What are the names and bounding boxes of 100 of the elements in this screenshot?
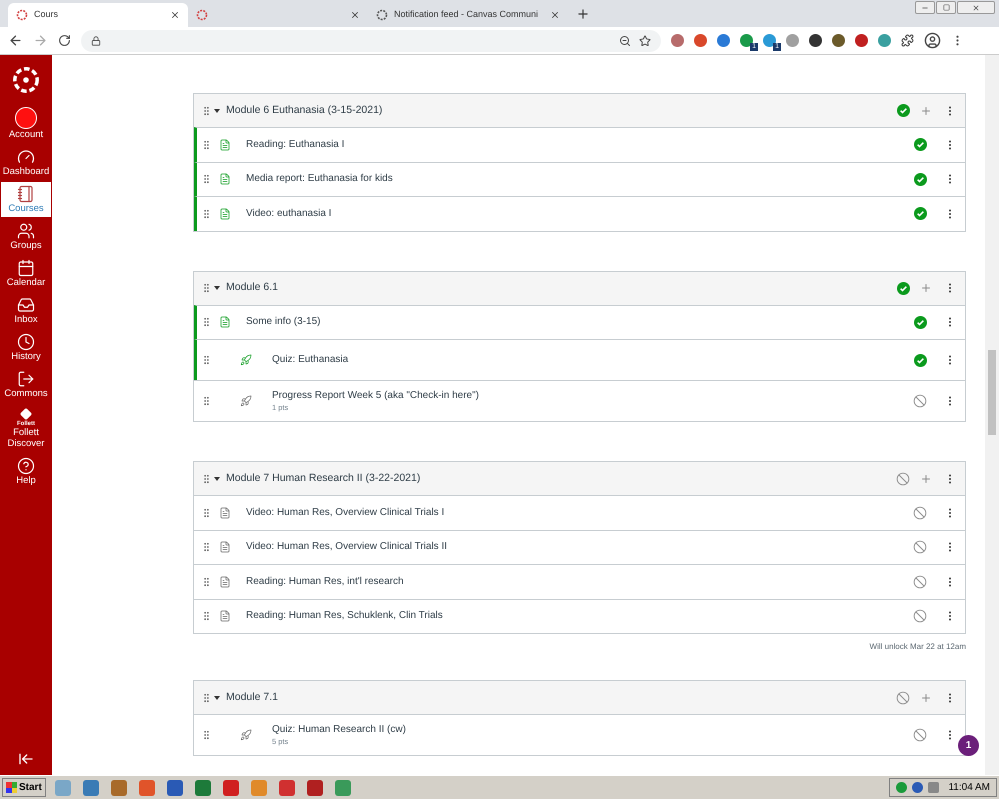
nav-item[interactable]: Account xyxy=(1,104,51,143)
page-icon xyxy=(219,208,231,220)
drag-handle-icon[interactable] xyxy=(201,104,212,116)
taskbar-app-icon[interactable] xyxy=(306,780,323,796)
close-tab-icon[interactable] xyxy=(350,10,360,20)
drag-handle-icon[interactable] xyxy=(201,173,212,186)
clock[interactable]: 11:04 AM xyxy=(948,780,990,795)
calendar-icon xyxy=(17,259,35,277)
drag-handle-icon[interactable] xyxy=(201,395,212,407)
nav-item[interactable]: Commons xyxy=(1,367,51,402)
drag-handle-icon[interactable] xyxy=(201,610,212,622)
nav-item[interactable]: History xyxy=(1,330,51,365)
taskbar-app-icon[interactable] xyxy=(166,780,183,796)
extension-icon[interactable] xyxy=(763,34,776,47)
taskbar-app-icon[interactable] xyxy=(82,780,99,796)
bookmark-star-icon[interactable] xyxy=(639,34,651,46)
taskbar-app-icon[interactable] xyxy=(222,780,239,796)
commons-icon xyxy=(17,370,35,388)
taskbar-app-icon[interactable] xyxy=(138,780,155,796)
lock-icon[interactable] xyxy=(91,36,101,46)
item-title[interactable]: Some info (3-15) xyxy=(246,315,914,330)
nav-item[interactable]: Dashboard xyxy=(1,145,51,180)
nav-item[interactable]: Help xyxy=(1,454,51,489)
item-title[interactable]: Video: euthanasia I xyxy=(246,206,914,221)
start-button[interactable]: Start xyxy=(2,778,46,797)
extension-icon[interactable] xyxy=(809,34,822,47)
module-header[interactable]: Module 6 Euthanasia (3-15-2021) xyxy=(194,94,965,127)
restore-button[interactable] xyxy=(936,1,956,14)
dashboard-icon xyxy=(17,148,35,166)
module-header[interactable]: Module 7 Human Research II (3-22-2021) xyxy=(194,462,965,495)
taskbar-app-icon[interactable] xyxy=(278,780,295,796)
extension-icon[interactable] xyxy=(832,34,845,47)
profile-icon[interactable] xyxy=(924,32,941,49)
drag-handle-icon[interactable] xyxy=(201,541,212,554)
add-icon[interactable] xyxy=(920,282,932,294)
collapse-caret-icon[interactable] xyxy=(214,696,220,700)
page-icon xyxy=(219,316,231,328)
avatar-icon xyxy=(15,107,37,129)
item-title[interactable]: Reading: Human Res, Schuklenk, Clin Trials xyxy=(246,609,913,624)
nav-item[interactable]: Groups xyxy=(1,219,51,254)
collapse-nav-icon[interactable] xyxy=(18,751,34,767)
notification-badge[interactable]: 1 xyxy=(958,735,979,756)
item-title[interactable]: Reading: Euthanasia I xyxy=(246,138,914,152)
module-header[interactable]: Module 6.1 xyxy=(194,272,965,304)
rocket-icon xyxy=(240,729,252,741)
extensions-icon[interactable] xyxy=(901,34,914,47)
module-title: Module 6.1 xyxy=(226,280,279,296)
browser-tab[interactable]: Notification feed - Canvas Communi xyxy=(368,3,568,27)
item-title[interactable]: Progress Report Week 5 (aka "Check-in here") xyxy=(272,389,913,403)
close-tab-icon[interactable] xyxy=(170,10,180,20)
scrollbar[interactable] xyxy=(985,55,999,775)
item-title[interactable]: Quiz: Human Research II (cw) xyxy=(272,723,913,737)
drag-handle-icon[interactable] xyxy=(201,729,212,741)
drag-handle-icon[interactable] xyxy=(201,138,212,151)
browser-tab[interactable]: Cours xyxy=(8,3,188,27)
unlock-note: Will unlock Mar 22 at 12am xyxy=(870,641,966,653)
add-icon[interactable] xyxy=(920,104,932,116)
drag-handle-icon[interactable] xyxy=(201,576,212,588)
tab-favicon-icon xyxy=(16,9,28,21)
item-title[interactable]: Quiz: Euthanasia xyxy=(272,353,914,367)
drag-handle-icon[interactable] xyxy=(201,354,212,366)
back-icon[interactable] xyxy=(8,33,23,48)
tab-favicon-icon xyxy=(196,9,208,21)
zoom-icon[interactable] xyxy=(619,34,631,46)
page-icon xyxy=(219,173,231,186)
restore-icon xyxy=(942,4,950,11)
add-icon[interactable] xyxy=(920,692,932,704)
close-tab-icon[interactable] xyxy=(550,10,560,20)
collapse-caret-icon[interactable] xyxy=(214,286,220,290)
extension-icon[interactable] xyxy=(855,34,868,47)
taskbar-app-icon[interactable] xyxy=(194,780,211,796)
drag-handle-icon[interactable] xyxy=(201,472,212,484)
add-icon[interactable] xyxy=(920,472,932,484)
drag-handle-icon[interactable] xyxy=(201,208,212,220)
collapse-caret-icon[interactable] xyxy=(214,476,220,480)
item-title[interactable]: Video: Human Res, Overview Clinical Trials II xyxy=(246,540,913,554)
tray-icon[interactable] xyxy=(912,782,924,793)
module-title: Module 7.1 xyxy=(226,690,279,705)
nav-item[interactable]: Calendar xyxy=(1,256,51,291)
item-title[interactable]: Video: Human Res, Overview Clinical Trials I xyxy=(246,506,913,520)
new-tab-icon[interactable] xyxy=(576,7,590,21)
drag-handle-icon[interactable] xyxy=(201,692,212,704)
drag-handle-icon[interactable] xyxy=(201,282,212,294)
canvas-logo-icon[interactable] xyxy=(12,66,40,94)
page-icon xyxy=(219,541,231,554)
nav-item[interactable]: Courses xyxy=(1,182,51,217)
help-icon xyxy=(17,457,35,475)
drag-handle-icon[interactable] xyxy=(201,506,212,519)
module-title: Module 7 Human Research II (3-22-2021) xyxy=(226,470,422,486)
module-header[interactable]: Module 7.1 xyxy=(194,681,965,714)
page-icon xyxy=(219,138,231,151)
drag-handle-icon[interactable] xyxy=(201,316,212,328)
nav-item[interactable]: Inbox xyxy=(1,293,51,328)
item-title[interactable]: Media report: Euthanasia for kids xyxy=(246,172,914,186)
extension-icon[interactable] xyxy=(740,34,753,47)
item-title[interactable]: Reading: Human Res, int'l research xyxy=(246,574,913,589)
groups-icon xyxy=(17,222,35,240)
taskbar-app-icon[interactable] xyxy=(110,780,127,796)
collapse-caret-icon[interactable] xyxy=(214,108,220,112)
reload-icon[interactable] xyxy=(58,34,71,47)
